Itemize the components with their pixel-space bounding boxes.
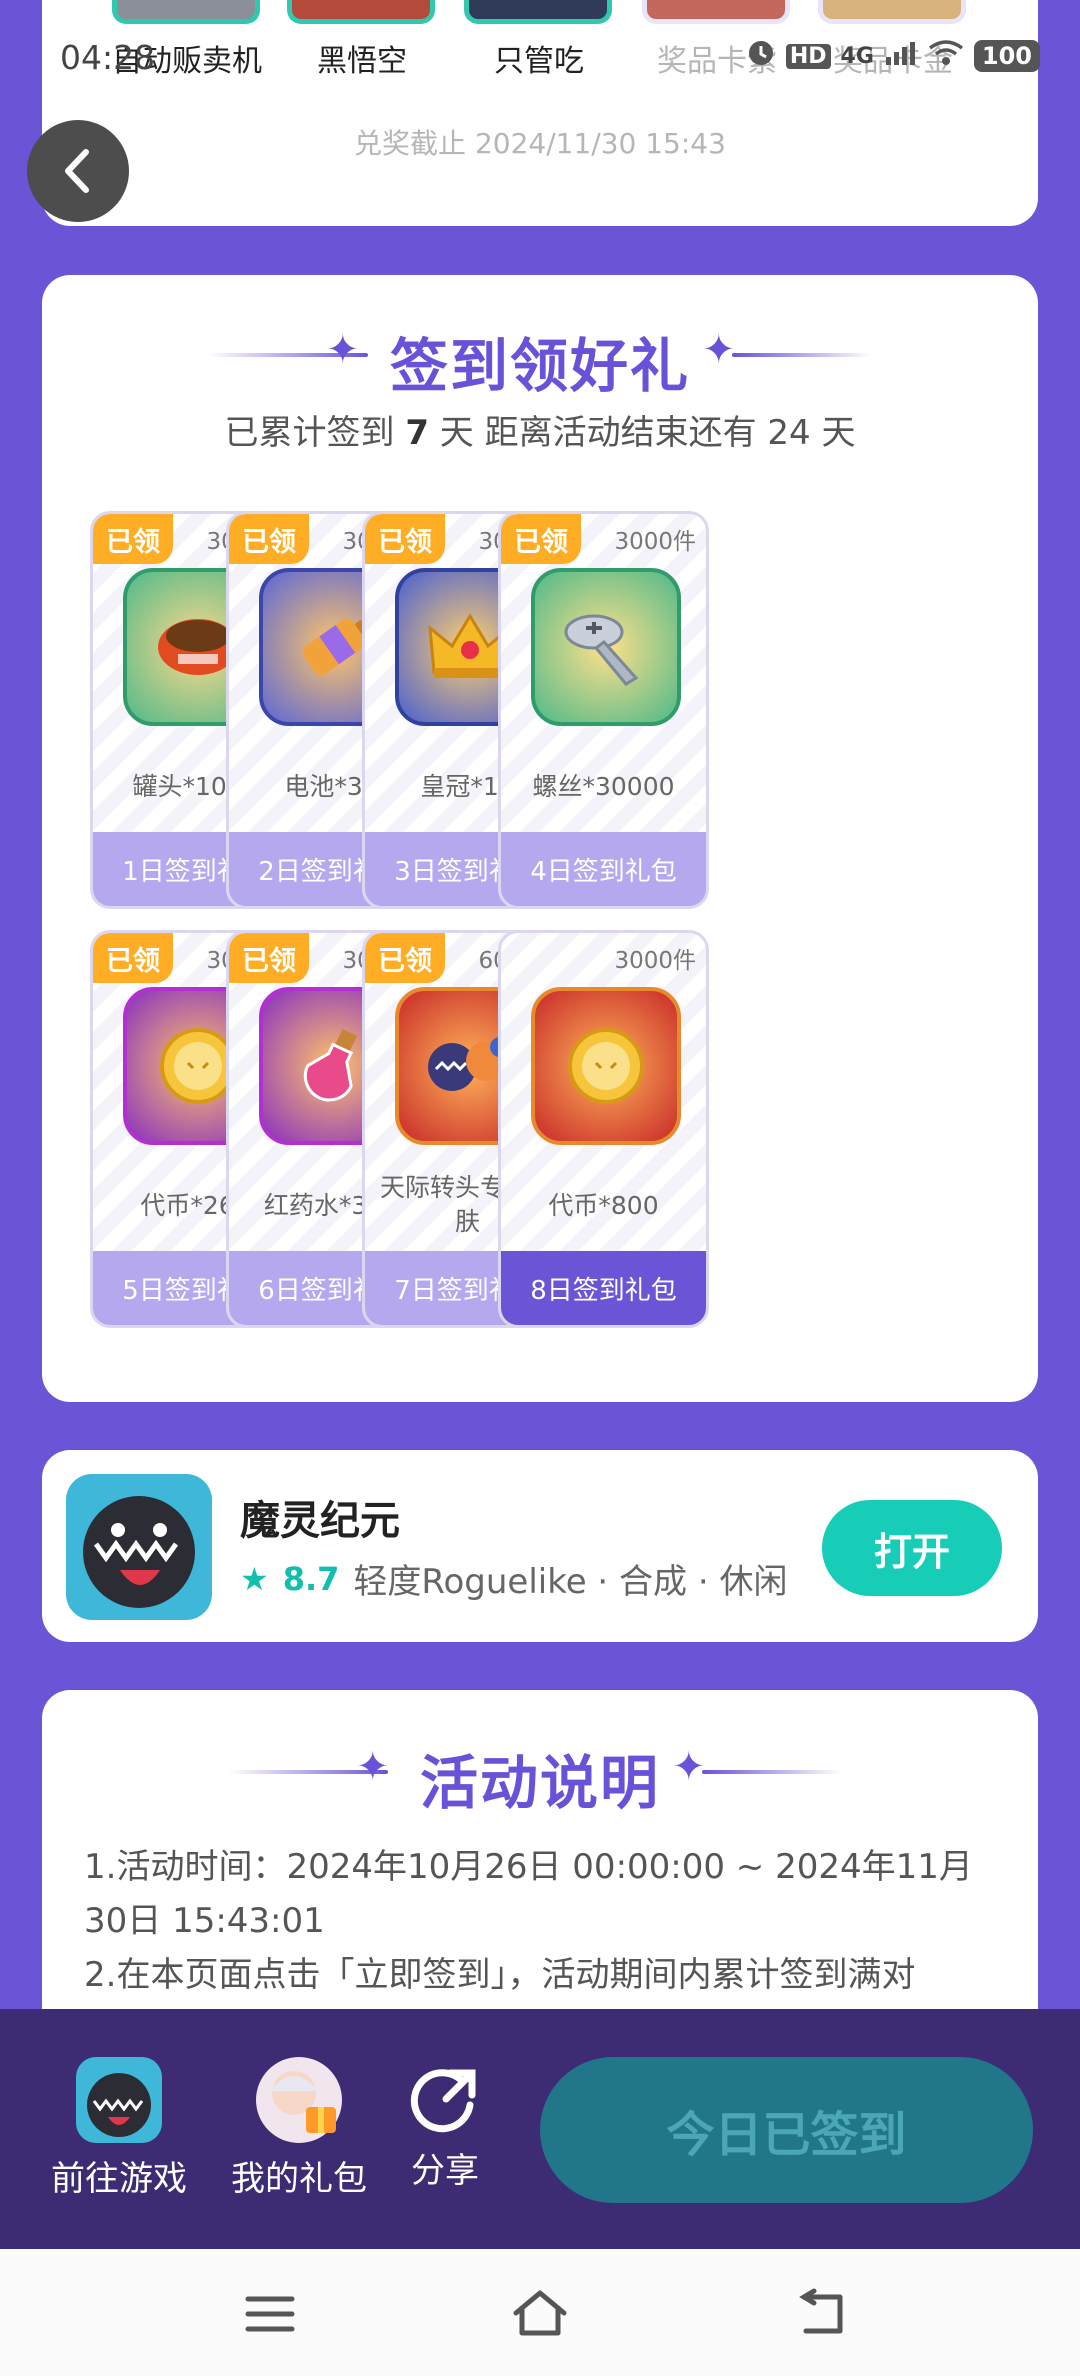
my-gifts-label: 我的礼包 — [231, 2159, 367, 2199]
share-icon — [410, 2065, 480, 2135]
open-game-button[interactable]: 打开 — [822, 1500, 1002, 1596]
signin-title: 签到领好礼 — [389, 332, 690, 400]
alarm-icon — [746, 38, 776, 74]
reward-card-day8[interactable]: 3000件 代币*800 8日签到礼包 — [498, 930, 709, 1328]
wifi-icon — [928, 39, 964, 73]
game-rating: 8.7 — [282, 1559, 340, 1598]
prize-thumb-vending-machine[interactable] — [112, 0, 260, 24]
rules-card: ✦ 活动说明 ✦ 1.活动时间：2024年10月26日 00:00:00 ~ 2… — [42, 1690, 1038, 2020]
reward-name: 代币*800 — [548, 1191, 659, 1220]
coin-icon — [531, 987, 681, 1145]
prize-thumb-card-gold[interactable] — [818, 0, 966, 24]
back-button[interactable] — [27, 120, 129, 222]
rules-line: 1.活动时间：2024年10月26日 00:00:00 ~ 2024年11月30… — [84, 1847, 973, 1941]
network-icon: 4G — [840, 43, 874, 69]
reward-stock: 3000件 — [614, 529, 696, 555]
goto-game-button[interactable]: 前往游戏 — [44, 2009, 194, 2200]
game-tags: 轻度Roguelike · 合成 · 休闲 — [353, 1562, 788, 1602]
signin-summary: 已累计签到 7 天 距离活动结束还有 24 天 — [224, 413, 856, 453]
signal-icon — [884, 39, 918, 73]
title-decor-line — [732, 353, 872, 357]
remaining-days: 24 — [767, 413, 811, 453]
signed-days: 7 — [405, 413, 429, 453]
system-navigation-bar — [0, 2249, 1080, 2376]
sparkle-icon: ✦ — [672, 1744, 706, 1790]
rules-title: 活动说明 — [419, 1749, 660, 1817]
status-time: 04:28 — [60, 38, 156, 77]
claimed-badge: 已领 — [501, 514, 581, 564]
claimed-badge: 已领 — [229, 514, 309, 564]
reward-name: 螺丝*30000 — [532, 772, 675, 801]
status-icons: HD 4G 100 — [746, 38, 1040, 74]
signin-card: ✦ 签到领好礼 ✦ 已累计签到 7 天 距离活动结束还有 24 天 已领 300… — [42, 275, 1038, 1402]
title-decor-line — [702, 1770, 842, 1774]
reward-day-label: 8日签到礼包 — [501, 1251, 706, 1325]
game-app-icon — [76, 2057, 162, 2143]
game-card[interactable]: 魔灵纪元 ★ 8.7 轻度Roguelike · 合成 · 休闲 打开 — [42, 1450, 1038, 1642]
home-icon[interactable] — [510, 2287, 570, 2341]
game-app-icon[interactable] — [66, 1474, 212, 1620]
prize-thumb-just-eat[interactable] — [464, 0, 612, 24]
claimed-badge: 已领 — [229, 933, 309, 983]
rules-text: 1.活动时间：2024年10月26日 00:00:00 ~ 2024年11月30… — [84, 1840, 996, 2002]
star-icon: ★ — [240, 1559, 269, 1598]
prize-thumb-black-wukong[interactable] — [287, 0, 435, 24]
claimed-badge: 已领 — [365, 514, 445, 564]
sparkle-icon: ✦ — [702, 327, 736, 373]
prize-strip-card: 自动贩卖机 黑悟空 只管吃 奖品卡紫 奖品卡金 兑奖截止 2024/11/30 … — [42, 0, 1038, 226]
bottom-action-bar: 前往游戏 我的礼包 分享 今日已签到 — [0, 2009, 1080, 2249]
game-meta: ★ 8.7 轻度Roguelike · 合成 · 休闲 — [240, 1554, 787, 1603]
back-nav-icon[interactable] — [792, 2287, 852, 2341]
prize-label: 黑悟空 — [317, 44, 407, 79]
game-name: 魔灵纪元 — [240, 1498, 400, 1544]
battery-indicator: 100 — [973, 40, 1040, 72]
hd-icon: HD — [785, 43, 831, 69]
menu-icon[interactable] — [240, 2287, 300, 2341]
reward-day-label: 4日签到礼包 — [501, 832, 706, 906]
share-label: 分享 — [411, 2151, 479, 2191]
gift-avatar-icon — [256, 2057, 342, 2143]
claimed-badge: 已领 — [365, 933, 445, 983]
goto-game-label: 前往游戏 — [51, 2159, 187, 2199]
reward-stock: 3000件 — [614, 948, 696, 974]
signed-today-button[interactable]: 今日已签到 — [540, 2057, 1033, 2203]
chevron-left-icon — [65, 149, 89, 193]
prize-thumb-card-purple[interactable] — [642, 0, 790, 24]
my-gifts-button[interactable]: 我的礼包 — [224, 2009, 374, 2200]
redeem-deadline: 兑奖截止 2024/11/30 15:43 — [354, 127, 726, 160]
share-button[interactable]: 分享 — [400, 2009, 490, 2192]
rules-line: 2.在本页面点击「立即签到」，活动期间内累计签到满对 — [84, 1955, 916, 1995]
claimed-badge: 已领 — [93, 933, 173, 983]
claimed-badge: 已领 — [93, 514, 173, 564]
screw-icon — [531, 568, 681, 726]
reward-card-day4[interactable]: 已领 3000件 螺丝*30000 4日签到礼包 — [498, 511, 709, 909]
prize-label: 只管吃 — [494, 44, 584, 79]
